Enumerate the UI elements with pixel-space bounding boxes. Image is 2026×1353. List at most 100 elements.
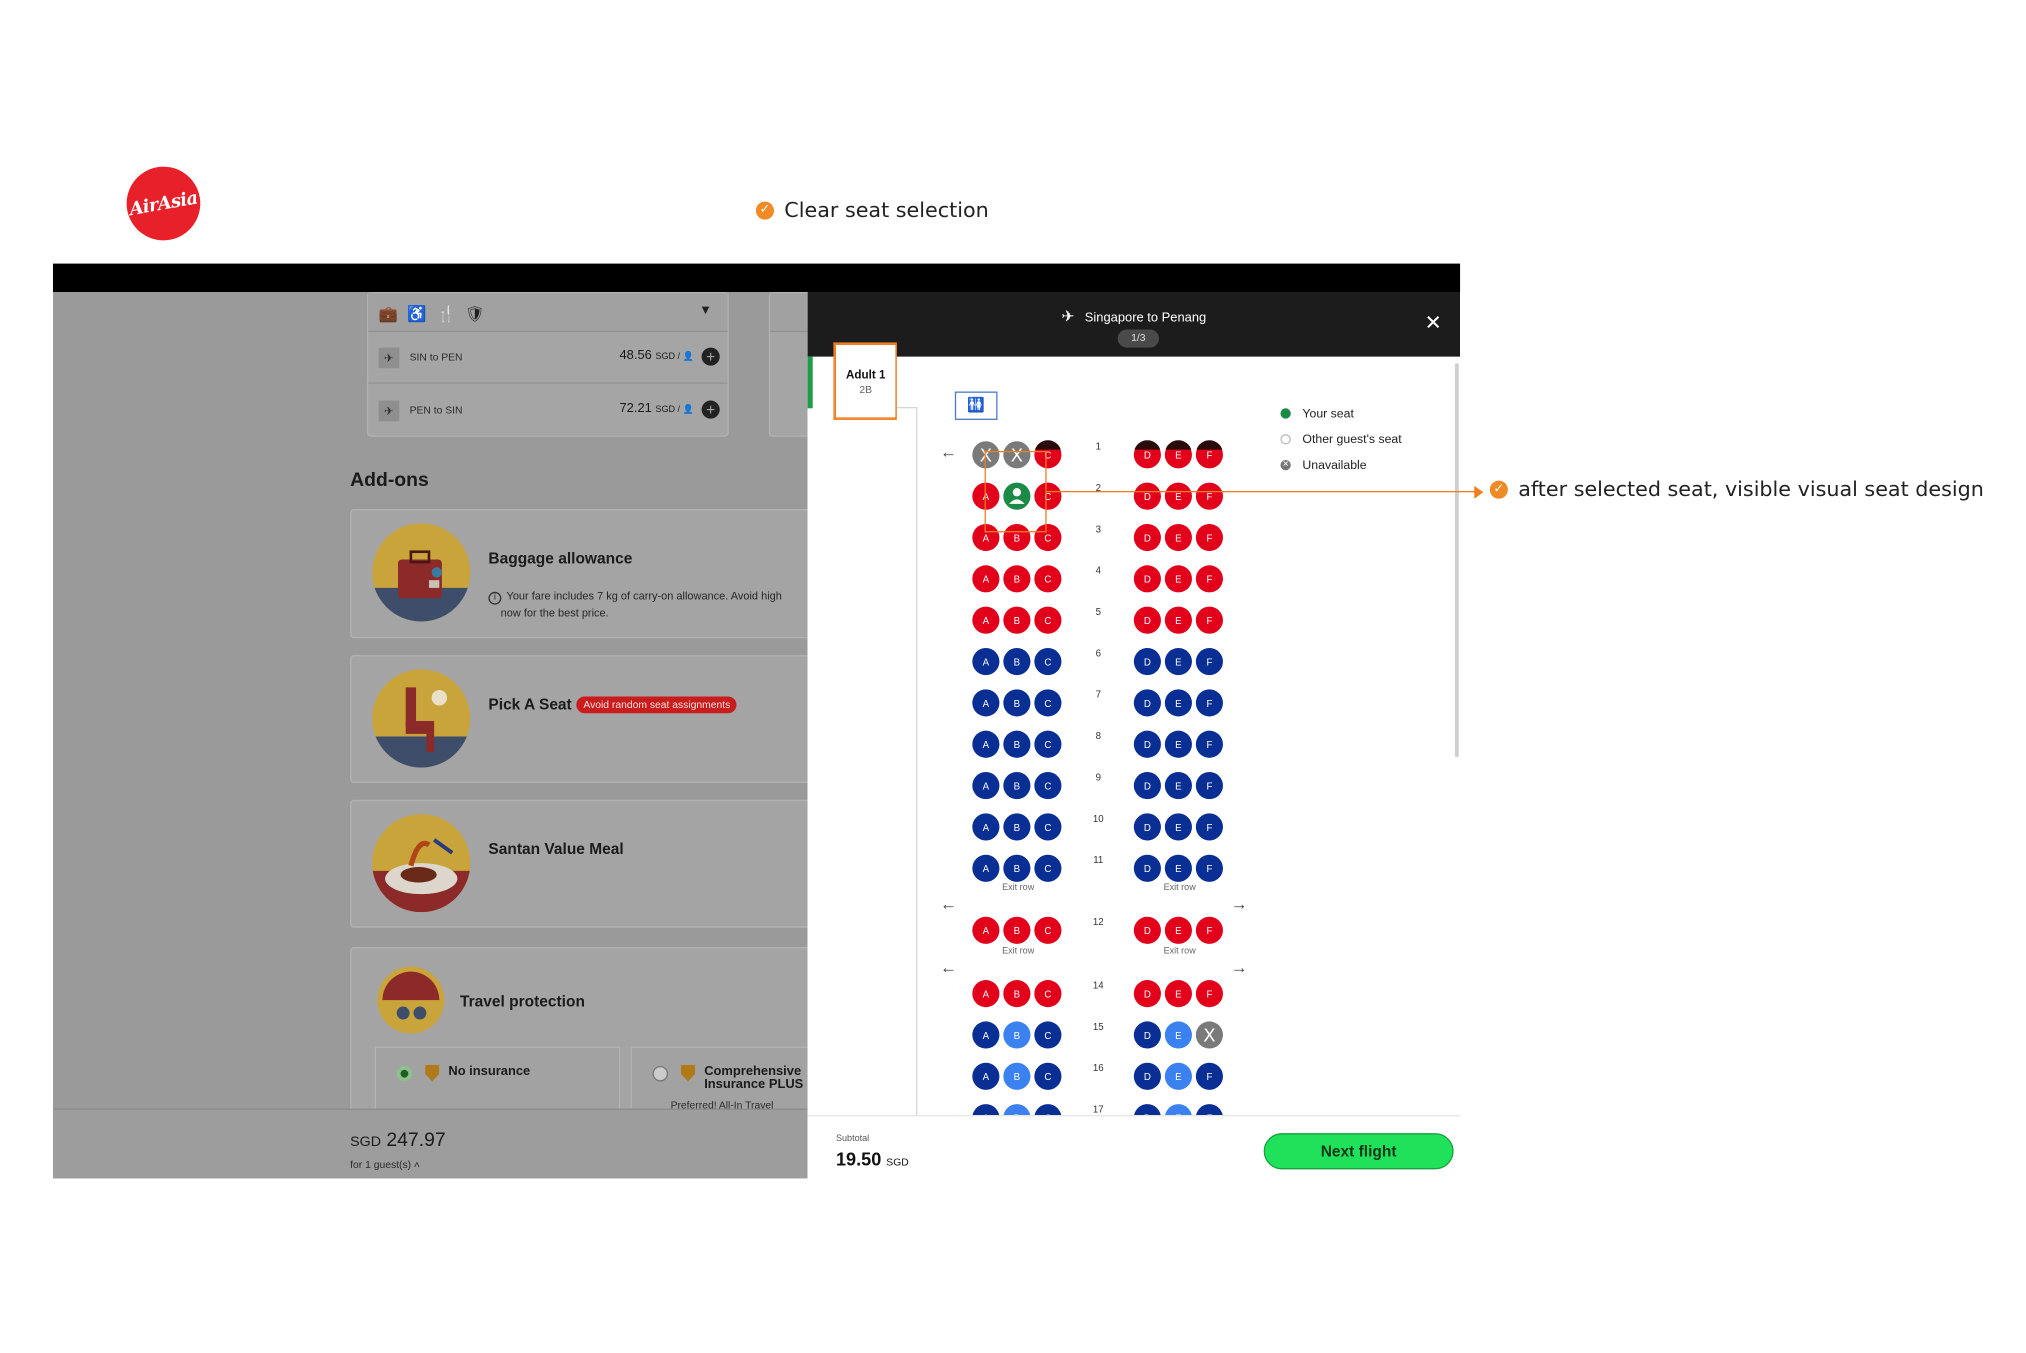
seat-17B[interactable]: B [1003, 1104, 1031, 1116]
seat-5C[interactable]: C [1034, 606, 1062, 634]
addon-pick-a-seat[interactable]: Pick A Seat Avoid random seat assignments [350, 655, 808, 784]
seat-4D[interactable]: D [1133, 565, 1161, 593]
seat-15B[interactable]: B [1003, 1021, 1031, 1049]
seat-6A[interactable]: A [972, 647, 1000, 676]
seat-1D[interactable]: D [1133, 440, 1161, 469]
seat-4E[interactable]: E [1164, 565, 1192, 593]
seat-17E[interactable]: E [1165, 1104, 1192, 1116]
radio-unselected[interactable] [652, 1065, 669, 1082]
seat-8D[interactable]: D [1133, 730, 1161, 758]
seat-17C[interactable]: C [1034, 1104, 1062, 1116]
seat-1C[interactable]: C [1034, 440, 1062, 469]
seat-1E[interactable]: E [1164, 440, 1192, 469]
add-icon[interactable]: + [701, 347, 720, 366]
seat-2E[interactable]: E [1164, 482, 1192, 510]
seat-14A[interactable]: A [972, 980, 1000, 1008]
seat-3D[interactable]: D [1133, 523, 1161, 552]
seat-10A[interactable]: A [972, 813, 1000, 841]
addon-meal[interactable]: Santan Value Meal [350, 799, 808, 928]
seat-15E[interactable]: E [1164, 1021, 1192, 1049]
seat-9B[interactable]: B [1003, 772, 1031, 800]
seat-9F[interactable]: F [1195, 772, 1223, 800]
chevron-down-icon[interactable]: ▼ [699, 304, 712, 318]
seat-16E[interactable]: E [1164, 1062, 1192, 1090]
seat-7E[interactable]: E [1164, 689, 1192, 717]
seat-4C[interactable]: C [1034, 565, 1062, 593]
seat-12A[interactable]: A [972, 916, 1000, 944]
add-icon[interactable]: + [701, 400, 720, 419]
seat-14C[interactable]: C [1034, 980, 1062, 1008]
seat-6D[interactable]: D [1133, 647, 1161, 676]
seat-10D[interactable]: D [1133, 813, 1161, 841]
baggage-summary-header[interactable]: 💼 ♿ 🍴 🛡 ▼ [368, 293, 728, 333]
seat-5D[interactable]: D [1133, 606, 1161, 634]
seat-6B[interactable]: B [1003, 647, 1031, 676]
seat-12B[interactable]: B [1003, 916, 1031, 944]
seat-15C[interactable]: C [1034, 1021, 1062, 1049]
seat-6E[interactable]: E [1164, 647, 1192, 676]
seat-4B[interactable]: B [1003, 565, 1031, 593]
seat-11E[interactable]: E [1164, 854, 1192, 882]
seat-12F[interactable]: F [1195, 916, 1223, 944]
seat-12C[interactable]: C [1034, 916, 1062, 944]
seat-11F[interactable]: F [1195, 854, 1223, 882]
seat-7A[interactable]: A [972, 689, 1000, 717]
seat-17D[interactable]: D [1134, 1104, 1161, 1116]
seat-3C[interactable]: C [1034, 523, 1062, 552]
seat-7B[interactable]: B [1003, 689, 1031, 717]
seat-16F[interactable]: F [1195, 1062, 1223, 1090]
seat-10C[interactable]: C [1034, 813, 1062, 841]
seat-16C[interactable]: C [1034, 1062, 1062, 1090]
seat-2F[interactable]: F [1195, 482, 1223, 510]
seat-5F[interactable]: F [1195, 606, 1223, 634]
seat-3E[interactable]: E [1164, 523, 1192, 552]
next-flight-button[interactable]: Next flight [1263, 1133, 1454, 1170]
seat-11B[interactable]: B [1003, 854, 1031, 882]
seat-7D[interactable]: D [1133, 689, 1161, 717]
seat-10B[interactable]: B [1003, 813, 1031, 841]
guest-count-toggle[interactable]: for 1 guest(s) ˄ [350, 1159, 420, 1171]
seat-16D[interactable]: D [1133, 1062, 1161, 1090]
seat-8F[interactable]: F [1195, 730, 1223, 758]
seat-12E[interactable]: E [1164, 916, 1192, 944]
seat-9E[interactable]: E [1164, 772, 1192, 800]
seat-5E[interactable]: E [1164, 606, 1192, 634]
seat-11C[interactable]: C [1034, 854, 1062, 882]
seat-3B[interactable]: B [1003, 523, 1031, 552]
seat-4A[interactable]: A [972, 565, 1000, 593]
seat-16A[interactable]: A [972, 1062, 1000, 1090]
seat-5B[interactable]: B [1003, 606, 1031, 634]
seat-5A[interactable]: A [972, 606, 1000, 634]
seat-12D[interactable]: D [1133, 916, 1161, 944]
seat-8C[interactable]: C [1034, 730, 1062, 758]
radio-selected[interactable] [396, 1065, 413, 1082]
seat-9A[interactable]: A [972, 772, 1000, 800]
seat-10E[interactable]: E [1164, 813, 1192, 841]
seat-11A[interactable]: A [972, 854, 1000, 882]
seat-14E[interactable]: E [1164, 980, 1192, 1008]
seat-10F[interactable]: F [1195, 813, 1223, 841]
seat-8E[interactable]: E [1164, 730, 1192, 758]
seat-8B[interactable]: B [1003, 730, 1031, 758]
seat-3F[interactable]: F [1195, 523, 1223, 552]
seat-14D[interactable]: D [1133, 980, 1161, 1008]
seat-2C[interactable]: C [1034, 482, 1062, 510]
seat-7F[interactable]: F [1195, 689, 1223, 717]
scrollbar[interactable] [1454, 363, 1459, 758]
seat-2D[interactable]: D [1133, 482, 1161, 510]
seat-11D[interactable]: D [1133, 854, 1161, 882]
seat-6C[interactable]: C [1034, 647, 1062, 676]
seat-9C[interactable]: C [1034, 772, 1062, 800]
seat-8A[interactable]: A [972, 730, 1000, 758]
seat-14F[interactable]: F [1195, 980, 1223, 1008]
addon-baggage[interactable]: Baggage allowance i Your fare includes 7 … [350, 509, 808, 639]
seat-17F[interactable]: F [1196, 1104, 1223, 1116]
seat-1F[interactable]: F [1195, 440, 1223, 469]
seat-14B[interactable]: B [1003, 980, 1031, 1008]
seat-6F[interactable]: F [1195, 647, 1223, 676]
seat-17A[interactable]: A [972, 1104, 1000, 1116]
seat-16B[interactable]: B [1003, 1062, 1031, 1090]
seat-9D[interactable]: D [1133, 772, 1161, 800]
seat-7C[interactable]: C [1034, 689, 1062, 717]
seat-15D[interactable]: D [1133, 1021, 1161, 1049]
